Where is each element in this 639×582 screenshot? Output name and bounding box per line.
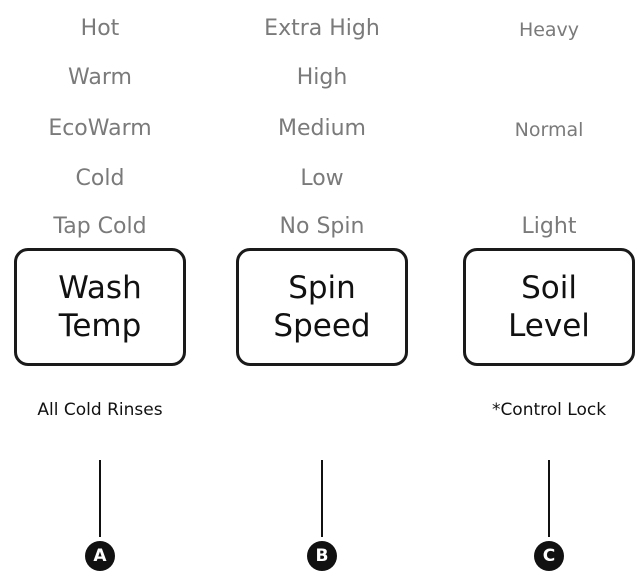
- callout-marker-c: C: [534, 541, 564, 571]
- spin-speed-option-no-spin: No Spin: [279, 214, 365, 239]
- leader-line-c: [548, 460, 550, 537]
- wash-temp-button-line-2: Temp: [58, 308, 142, 344]
- soil-level-group: Heavy Normal Light Soil Level *Control L…: [453, 0, 639, 582]
- leader-line-b: [321, 460, 323, 537]
- soil-level-option-heavy: Heavy: [518, 19, 580, 41]
- soil-level-button-line-2: Level: [508, 308, 590, 344]
- soil-level-button[interactable]: Soil Level: [463, 248, 635, 366]
- callout-marker-b: B: [307, 541, 337, 571]
- wash-temp-option-hot: Hot: [80, 16, 120, 41]
- callout-marker-a: A: [85, 541, 115, 571]
- spin-speed-option-low: Low: [300, 166, 344, 191]
- wash-temp-button[interactable]: Wash Temp: [14, 248, 186, 366]
- wash-temp-option-cold: Cold: [75, 166, 125, 191]
- spin-speed-option-extra-high: Extra High: [264, 16, 380, 41]
- all-cold-rinses-label: All Cold Rinses: [37, 400, 163, 420]
- spin-speed-group: Extra High High Medium Low No Spin Spin …: [226, 0, 418, 582]
- leader-line-a: [99, 460, 101, 537]
- wash-temp-option-ecowarm: EcoWarm: [48, 116, 152, 141]
- spin-speed-option-medium: Medium: [278, 116, 366, 141]
- wash-temp-button-line-1: Wash: [58, 270, 142, 306]
- wash-temp-option-tap-cold: Tap Cold: [53, 214, 147, 239]
- spin-speed-button[interactable]: Spin Speed: [236, 248, 408, 366]
- soil-level-option-normal: Normal: [514, 119, 584, 141]
- soil-level-option-light: Light: [521, 214, 577, 239]
- spin-speed-button-line-2: Speed: [273, 308, 371, 344]
- spin-speed-button-line-1: Spin: [288, 270, 356, 306]
- wash-temp-group: Hot Warm EcoWarm Cold Tap Cold Wash Temp…: [4, 0, 196, 582]
- soil-level-button-line-1: Soil: [521, 270, 577, 306]
- spin-speed-option-high: High: [296, 65, 348, 90]
- control-lock-label: *Control Lock: [491, 400, 607, 420]
- wash-temp-option-warm: Warm: [68, 65, 132, 90]
